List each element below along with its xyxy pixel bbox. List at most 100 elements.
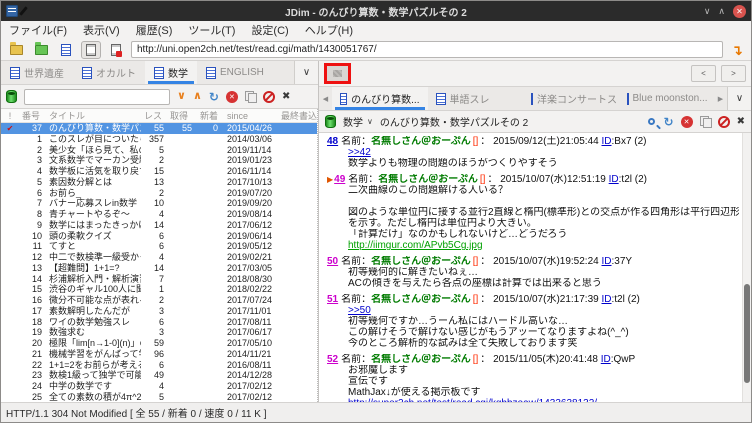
tab-scroll-right-icon[interactable]: ▶ [714,87,727,110]
close-button[interactable]: ✕ [733,4,746,18]
thread-row[interactable]: 21 機械学習をがんばって学ぶ 96 2014/11/21 [1,349,317,360]
image-view-toggle-button[interactable] [106,41,126,59]
column-header[interactable]: 新着 [197,109,225,122]
image-link[interactable]: http://iimgur.com/APvb5Cg.jpg [348,240,483,251]
thread-row[interactable]: 9 数学にはまったきっかけを教 14 2017/06/12 [1,220,317,231]
post-number-link[interactable]: 52 [327,354,338,365]
column-header[interactable]: タイトル [45,109,141,122]
thread-tab-menu-button[interactable]: ∨ [727,87,751,110]
thread-row[interactable]: 23 数検1級って独学で可能? 49 2014/12/28 [1,370,317,381]
post-id-link[interactable]: ID [602,256,612,267]
board-list-button[interactable] [6,41,26,59]
column-header[interactable]: 最終書込 [277,109,317,122]
column-header[interactable]: 取得 [167,109,197,122]
menu-settings[interactable]: 設定(C) [251,22,288,38]
thread-tab-1[interactable]: 単語スレ [428,87,524,110]
thread-row[interactable]: 11 てすと 6 2019/05/12 [1,241,317,252]
thread-row[interactable]: 25 全ての素数の積が4π^2で 5 2017/02/12 [1,392,317,402]
maximize-button[interactable]: ∧ [718,6,725,16]
tab-scroll-left-icon[interactable]: ◀ [319,87,332,110]
image-thumbnail-button[interactable] [324,63,351,84]
scrollbar-thumb[interactable] [744,283,750,384]
copy-icon[interactable] [244,91,257,103]
thread-tab-0[interactable]: のんびり算数... [332,87,428,110]
thread-row[interactable]: 2 美少女「ほら見て、私のおま 5 2019/11/14 [1,145,317,156]
thread-tab-3[interactable]: Blue moonston... [619,87,715,110]
post-line: 今のところ解析的な試みは全て失敗しております笑 [348,338,578,349]
board-tab-menu-button[interactable]: ∨ [294,61,318,84]
column-header[interactable]: 番号 [19,109,45,122]
post-id-link[interactable]: ID [602,136,612,147]
image-prev-button[interactable]: < [691,65,716,82]
post-id-link[interactable]: ID [601,354,611,365]
thread-row[interactable]: 24 中学の数学です 4 2017/02/12 [1,381,317,392]
vertical-scrollbar[interactable] [742,133,751,402]
thread-row[interactable]: 10 頭の柔軟クイズ 6 2019/06/14 [1,231,317,242]
thread-row[interactable]: 4 数学板に活気を取り戻すぞ 15 2016/11/14 [1,166,317,177]
board-tab-0[interactable]: 世界遺産 [1,61,73,84]
board-tab-2[interactable]: 数学 [145,61,197,84]
column-header[interactable]: レス [141,109,167,122]
post-id-link[interactable]: ID [609,174,619,185]
close-thread-icon[interactable]: ✖ [737,116,745,127]
thread-row[interactable]: 7 バナー応募スレin数学 10 2019/09/20 [1,198,317,209]
thread-row[interactable]: 18 ワイの数学勉強スレ 6 2017/08/11 [1,317,317,328]
search-down-icon[interactable]: ∨ [177,91,186,102]
thread-row[interactable]: 8 青チャートやるぞ〜 4 2019/08/14 [1,209,317,220]
thread-row[interactable]: 15 渋谷のギャル100人に聞い 1 2018/02/22 [1,284,317,295]
board-tab-3[interactable]: ENGLISH [197,61,273,84]
stop-icon[interactable] [717,115,730,128]
anchor-link[interactable]: >>42 [348,147,371,158]
row-got-count [167,166,197,177]
thread-row[interactable]: 6 お前ら_ 2 2019/07/20 [1,188,317,199]
board-view-button[interactable] [56,41,76,59]
board-select-dropdown[interactable]: 数学 ∨ [343,114,373,129]
minimize-button[interactable]: ∨ [704,6,711,16]
thread-row[interactable]: 5 素因数分解とは 13 2017/10/13 [1,177,317,188]
thread-view-button[interactable] [81,40,101,59]
thread-row[interactable]: 1 このスレが目についたら何か 357 2014/03/06 [1,134,317,145]
menu-file[interactable]: ファイル(F) [9,22,67,38]
search-icon[interactable] [647,118,655,125]
column-header[interactable]: ! [1,109,19,122]
thread-row[interactable]: 12 中二で数検準一級受かった 4 2019/02/21 [1,252,317,263]
column-header[interactable]: since [225,109,277,122]
image-next-button[interactable]: > [721,65,746,82]
post-number-link[interactable]: 50 [327,256,338,267]
url-input[interactable] [131,41,723,58]
delete-icon[interactable] [680,115,693,128]
thread-row[interactable]: 14 杉浦解析入門・解析演習を 7 2018/08/30 [1,274,317,285]
anchor-link[interactable]: http://super2ch.net/test/read.cgi/kqbbzo… [348,398,597,402]
thread-row[interactable]: 19 数強求む 3 2017/06/17 [1,327,317,338]
thread-tab-2[interactable]: 洋楽コンサートスレ [523,87,619,110]
copy-icon[interactable] [699,116,712,128]
thread-row[interactable]: 13 【超難問】1+1=? 14 2017/03/05 [1,263,317,274]
post-id-link[interactable]: ID [602,294,612,305]
stop-icon[interactable] [262,90,275,103]
thread-row[interactable]: ✔ 37 のんびり算数・数学パズルその2 55 55 0 2015/04/26 [1,123,317,134]
thread-row[interactable]: 22 1+1=2をお前らが考える最も 6 2016/08/11 [1,360,317,371]
thread-search-input[interactable] [24,88,170,105]
close-board-icon[interactable]: ✖ [282,91,290,102]
menu-history[interactable]: 履歴(S) [136,22,173,38]
reload-thread-icon[interactable]: ↻ [664,116,674,128]
menu-tools[interactable]: ツール(T) [188,22,235,38]
post-number-link[interactable]: 51 [327,294,338,305]
thread-row[interactable]: 3 文系数学でマーカン受験 2 2019/01/23 [1,155,317,166]
thread-row[interactable]: 16 微分不可能な点が表れる関 2 2017/07/24 [1,295,317,306]
post-number-link[interactable]: 49 [334,174,345,185]
thread-row[interactable]: 17 素数解明したんだが 3 2017/11/01 [1,306,317,317]
post-number-link[interactable]: 48 [327,136,338,147]
row-last-write [277,327,317,338]
go-url-icon[interactable]: ↴ [728,43,746,57]
row-since-date: 2014/12/28 [227,370,273,381]
thread-row[interactable]: 20 極限「lim[n→1-0](n)」の結 59 2017/05/10 [1,338,317,349]
delete-icon[interactable] [225,90,238,103]
anchor-link[interactable]: >>50 [348,305,371,316]
menu-view[interactable]: 表示(V) [83,22,120,38]
board-tab-1[interactable]: オカルト [73,61,145,84]
search-up-icon[interactable]: ∧ [193,91,202,102]
reload-board-icon[interactable]: ↻ [209,91,219,103]
favorites-button[interactable] [31,41,51,59]
menu-help[interactable]: ヘルプ(H) [305,22,353,38]
